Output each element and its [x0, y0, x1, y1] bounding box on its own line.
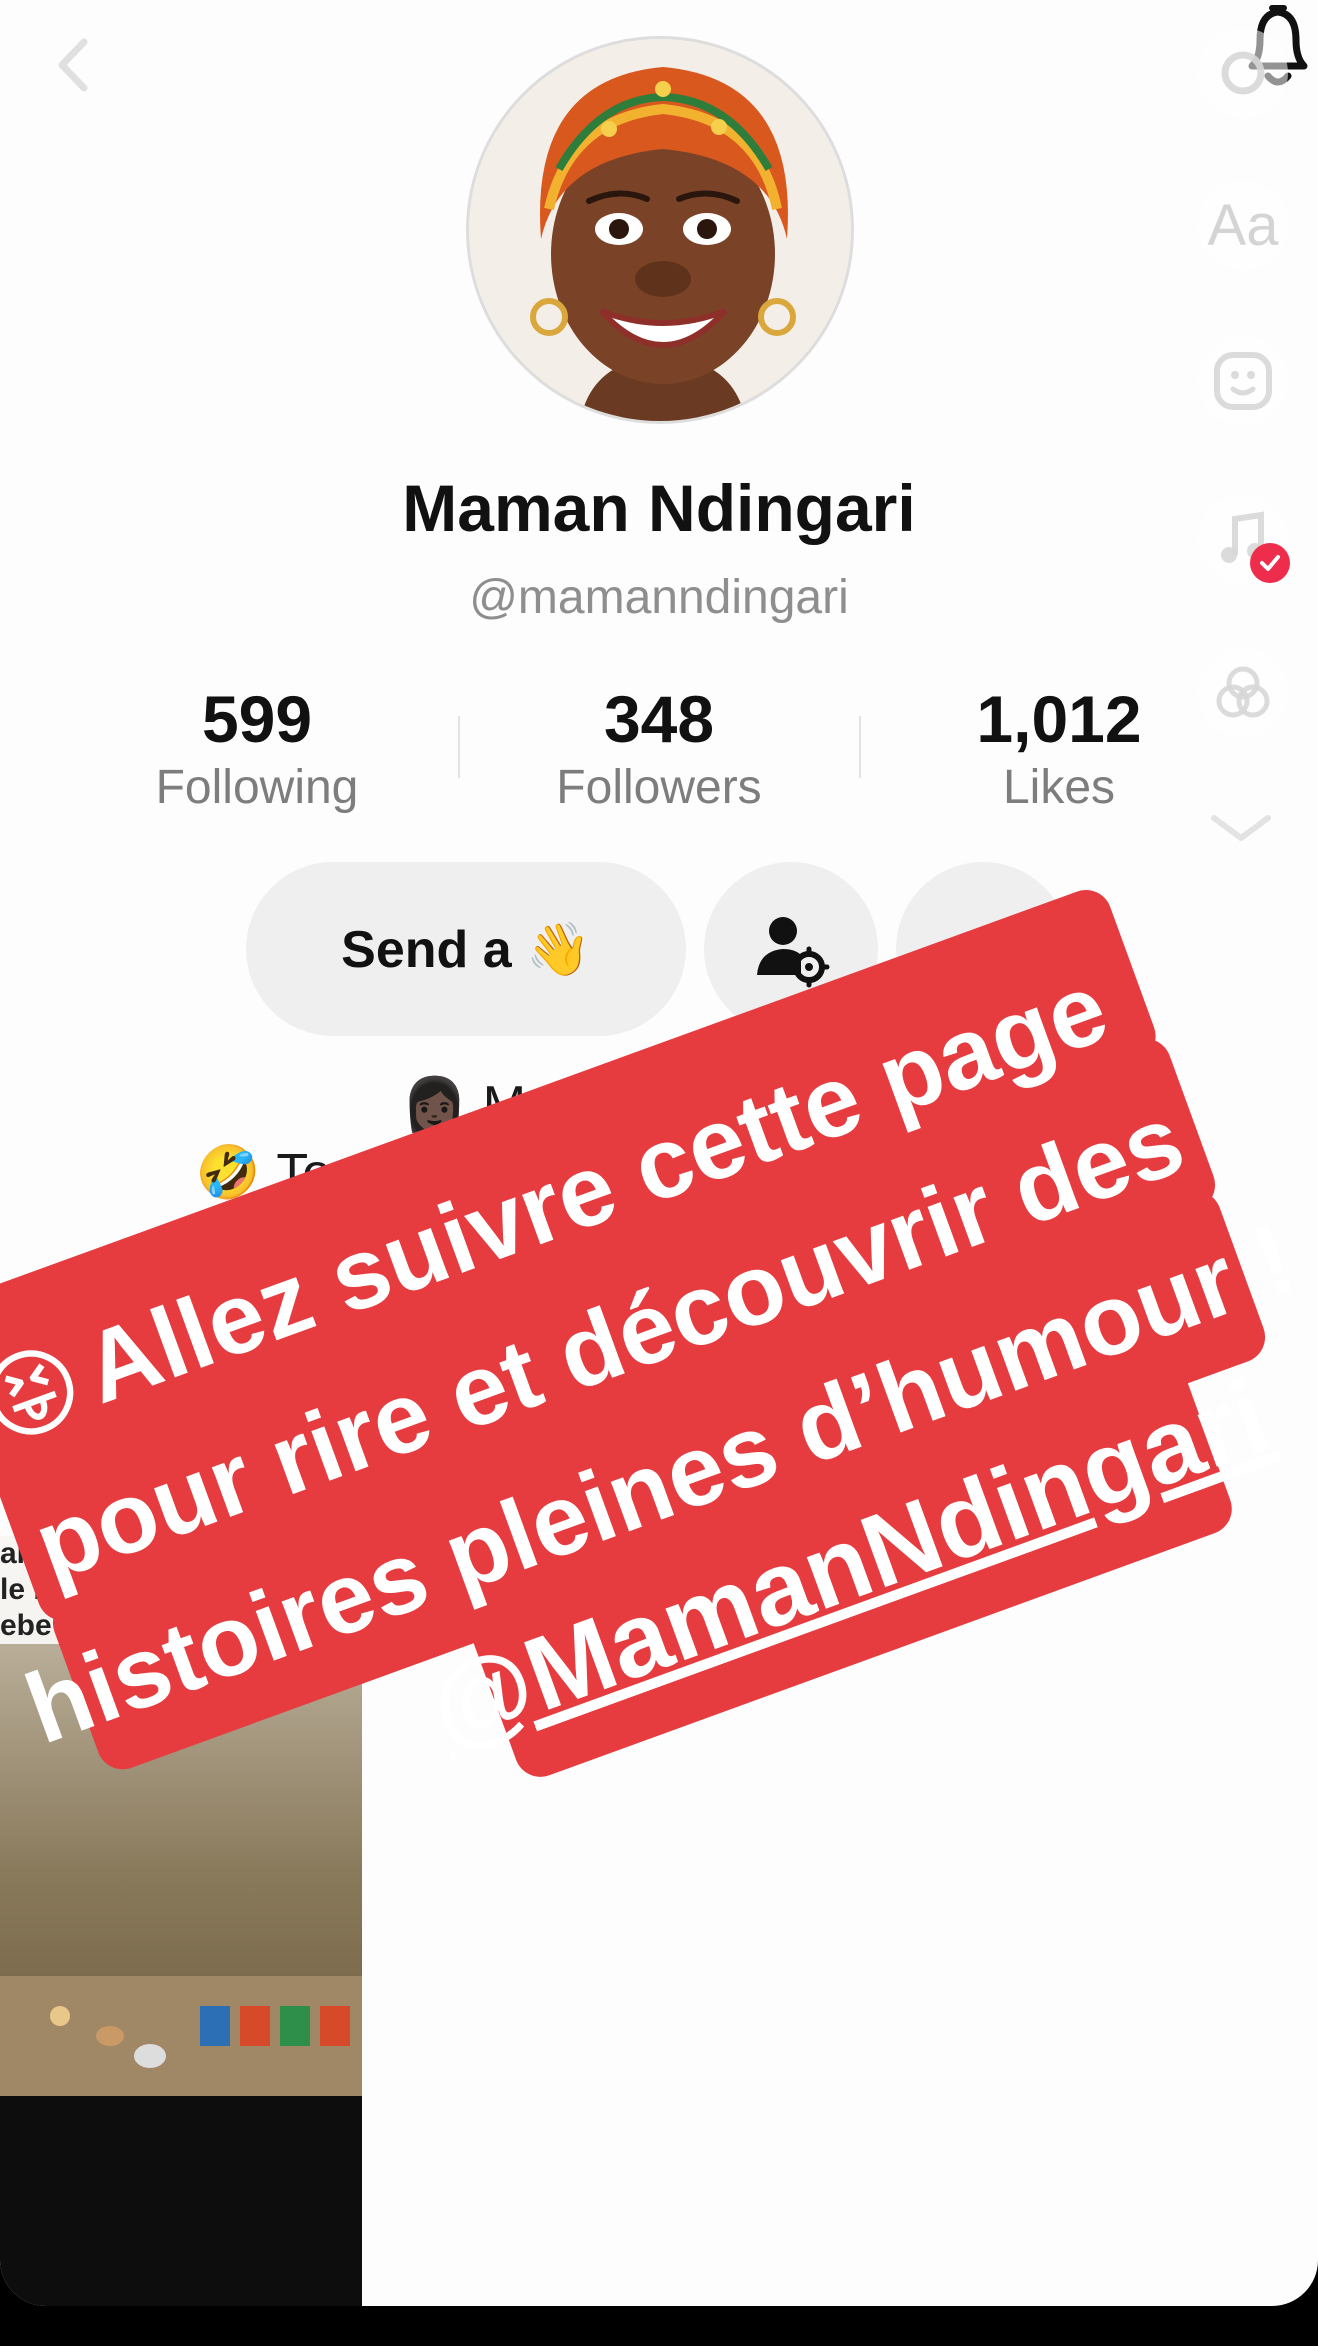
back-icon[interactable]: [40, 30, 110, 100]
bio-line: 🤣 Toujours dans les affaires des autres: [0, 1142, 1318, 1203]
banner-mention[interactable]: @MamanNdingari: [415, 1358, 1283, 1769]
wave-emoji: 👋: [526, 920, 591, 979]
text-tool-icon[interactable]: Aa: [1198, 180, 1288, 270]
flag-emoji: 🇨🇩: [851, 1076, 917, 1134]
filters-icon[interactable]: [1198, 648, 1288, 738]
divider: [859, 716, 861, 778]
settings-icon[interactable]: [1198, 28, 1288, 118]
chevron-down-icon[interactable]: [1206, 808, 1276, 848]
banner-row-bg: [470, 1362, 1232, 1777]
bio-text: Le lopango le plus fou de Kinshasa: [294, 1211, 1105, 1270]
bio-emoji: 🤣: [195, 1144, 261, 1202]
username: @mamanndingari: [469, 571, 849, 624]
avatar[interactable]: [466, 36, 854, 424]
grid-sort-icon: [192, 1424, 306, 1496]
stat-label: Likes: [1002, 761, 1116, 814]
bio-line: 🏠 Le lopango le plus fou de Kinshasa: [0, 1210, 1318, 1271]
send-button-label: Send a 👋: [341, 920, 591, 979]
tab-videos[interactable]: [156, 1400, 326, 1530]
stat-label: Following: [155, 761, 359, 814]
stat-label: Followers: [556, 761, 762, 814]
stat-value: 599: [201, 682, 313, 756]
sticker-icon[interactable]: [1198, 336, 1288, 426]
bio-text: Toujours dans les affaires des autres: [276, 1143, 1123, 1202]
display-name: Maman Ndingari: [402, 471, 916, 545]
stat-likes[interactable]: 1,012 Likes: [909, 680, 1209, 818]
bio-line: 👩🏿 Mama Ndingari 🇨🇩: [0, 1074, 1318, 1135]
bio-emoji: 🏠: [213, 1212, 279, 1270]
bio-text: Mama Ndingari: [482, 1075, 836, 1134]
stat-following[interactable]: 599 Following: [107, 680, 407, 818]
bio-emoji: 🎬: [258, 1280, 324, 1338]
bio-line: 🎬 Nouveaux épisodes tous les j...: [0, 1278, 1318, 1339]
profile-screen: Aa Maman Ndingari @mamanndingari 599 Fol…: [0, 0, 1318, 2306]
profile-settings-button[interactable]: [704, 862, 878, 1036]
banner-emoji: 😝: [0, 1327, 97, 1462]
stat-value: 1,012: [976, 682, 1142, 756]
send-wave-button[interactable]: Send a 👋: [246, 862, 686, 1036]
stat-followers[interactable]: 348 Followers: [509, 680, 809, 818]
bio-text: Nouveaux épisodes tous les j...: [339, 1279, 1060, 1338]
more-button[interactable]: [896, 862, 1070, 1036]
divider: [458, 716, 460, 778]
user-gear-icon: [757, 917, 830, 988]
stat-value: 348: [603, 682, 715, 756]
caret-down-icon: [967, 940, 999, 960]
thumbnail-scene: [0, 1976, 362, 2096]
bio-emoji: 👩🏿: [401, 1076, 467, 1134]
video-thumbnail[interactable]: arez-vous pour un le Maman N ebe: [0, 1536, 362, 2306]
